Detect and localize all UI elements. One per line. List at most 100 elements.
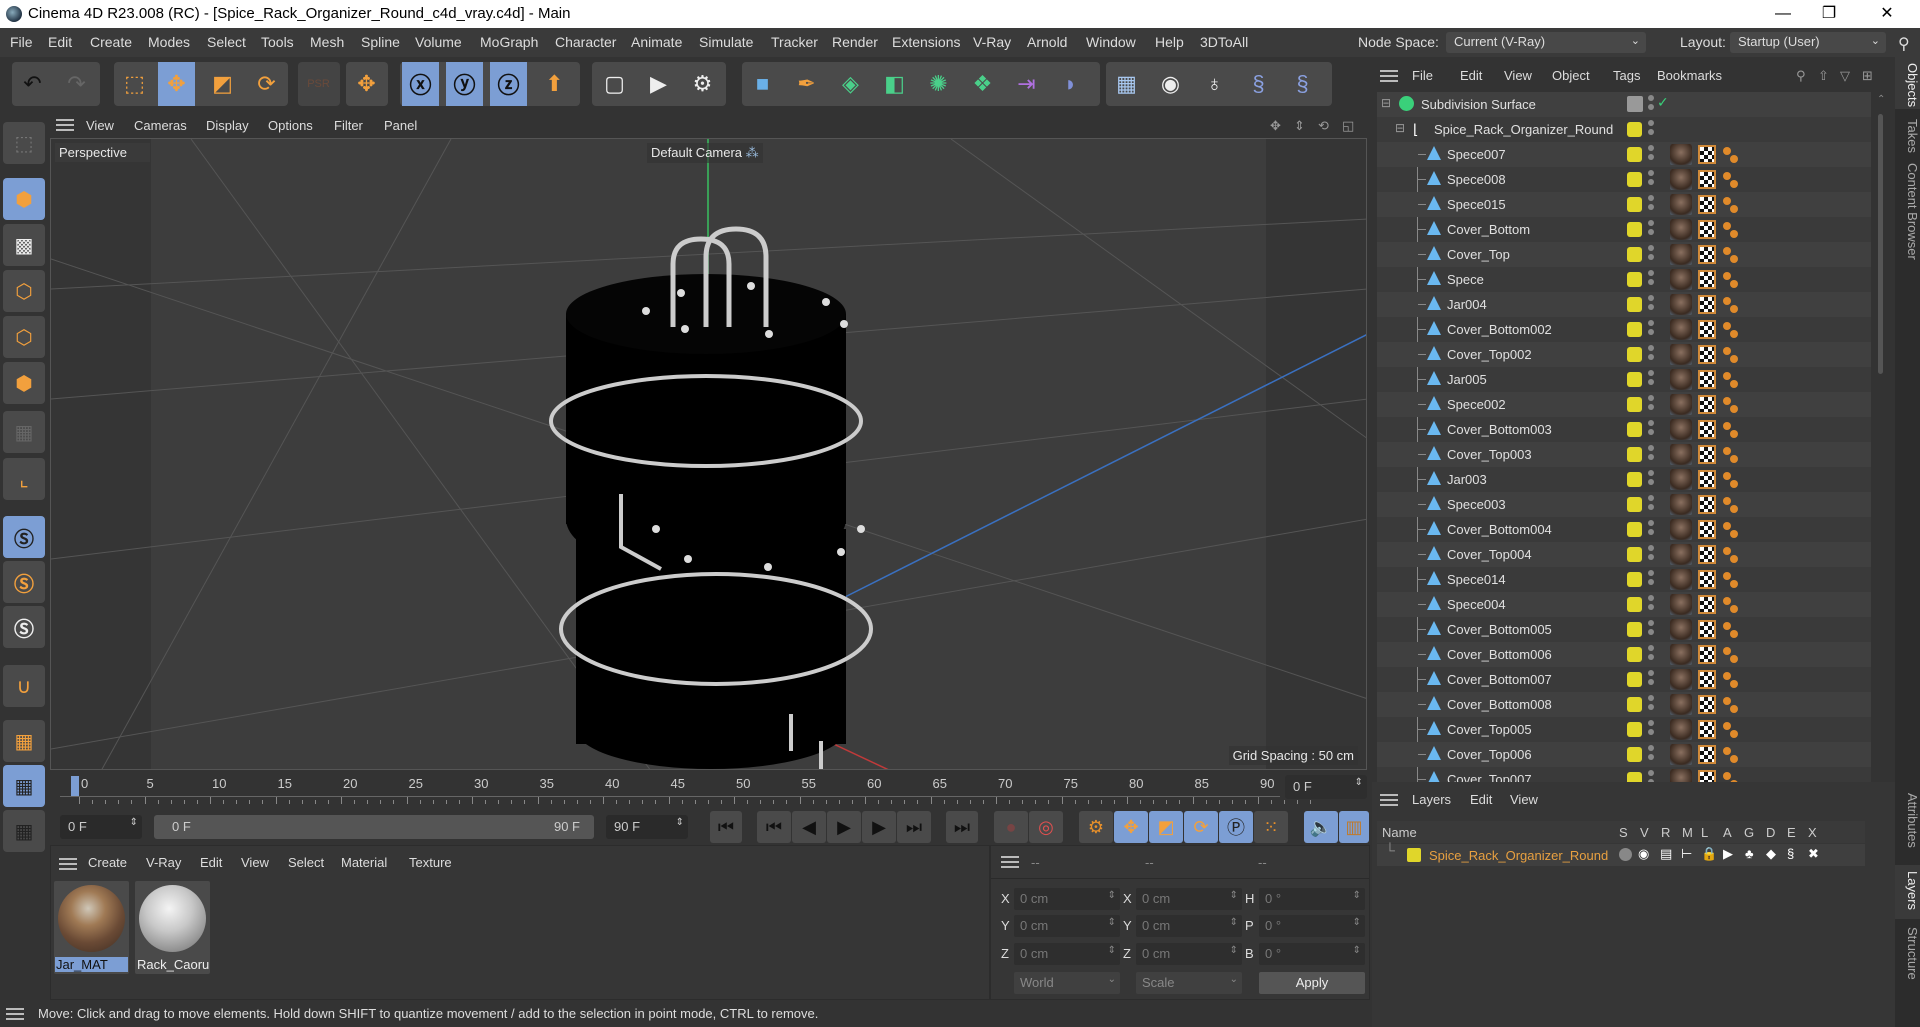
layer-color-swatch[interactable] xyxy=(1627,172,1642,187)
material-tag-icon[interactable] xyxy=(1670,594,1692,615)
rot-p-field[interactable]: 0 ° ⇕ xyxy=(1259,915,1365,937)
layer-color-swatch[interactable] xyxy=(1627,522,1642,537)
vray-tag-icon[interactable] xyxy=(1722,546,1740,564)
layer-menu-edit[interactable]: Edit xyxy=(1470,792,1492,807)
uvw-tag-icon[interactable] xyxy=(1698,420,1716,439)
visibility-dots[interactable] xyxy=(1648,595,1654,614)
transform-icon[interactable]: ✥ xyxy=(348,62,385,106)
uvw-tag-icon[interactable] xyxy=(1698,470,1716,489)
layer-col-m[interactable]: M xyxy=(1682,825,1693,840)
z-axis-icon[interactable]: ⓩ xyxy=(490,62,527,106)
coordinates-menu-icon[interactable] xyxy=(1001,856,1019,868)
layer-color-swatch[interactable] xyxy=(1627,397,1642,412)
uvw-tag-icon[interactable] xyxy=(1698,620,1716,639)
expressions-icon[interactable]: § xyxy=(1787,846,1794,861)
menu-vray[interactable]: V-Ray xyxy=(973,34,1011,50)
material-tag-icon[interactable] xyxy=(1670,469,1692,490)
material-tag-icon[interactable] xyxy=(1670,169,1692,190)
layer-color-swatch[interactable] xyxy=(1407,848,1421,862)
key-parameter-icon[interactable]: Ⓟ xyxy=(1219,811,1253,843)
layer-color-swatch[interactable] xyxy=(1627,547,1642,562)
object-row[interactable]: Cover_Bottom006 xyxy=(1377,642,1871,667)
vray-tag-icon[interactable] xyxy=(1722,446,1740,464)
visibility-dots[interactable] xyxy=(1648,195,1654,214)
solo-off-icon[interactable]: Ⓢ xyxy=(3,516,45,558)
solo-toggle-icon[interactable] xyxy=(1619,848,1632,861)
visibility-dots[interactable] xyxy=(1648,345,1654,364)
subdivision-icon[interactable]: ◈ xyxy=(832,62,869,106)
redo-icon[interactable]: ↷ xyxy=(58,62,95,106)
expand-collapse-icon[interactable]: ⊟ xyxy=(1395,121,1405,135)
cube-icon[interactable]: ■ xyxy=(744,62,781,106)
material-tag-icon[interactable] xyxy=(1670,444,1692,465)
coordinate-system-icon[interactable]: ⬆ xyxy=(536,62,573,106)
search-icon[interactable]: ⚲ xyxy=(1898,34,1910,54)
object-row[interactable]: Spece014 xyxy=(1377,567,1871,592)
object-row[interactable]: Cover_Top004 xyxy=(1377,542,1871,567)
layer-color-swatch[interactable] xyxy=(1627,272,1642,287)
uvw-tag-icon[interactable] xyxy=(1698,220,1716,239)
previous-frame-icon[interactable]: ◀ xyxy=(792,811,826,843)
manager-hierarchy-icon[interactable]: ⊢ xyxy=(1681,846,1692,862)
uvw-tag-icon[interactable] xyxy=(1698,370,1716,389)
workplane-icon[interactable]: ▦ xyxy=(3,720,45,762)
key-scale-icon[interactable]: ◩ xyxy=(1149,811,1183,843)
uvw-tag-icon[interactable] xyxy=(1698,295,1716,314)
object-row[interactable]: Cover_Top003 xyxy=(1377,442,1871,467)
material-tag-icon[interactable] xyxy=(1670,394,1692,415)
uvw-tag-icon[interactable] xyxy=(1698,720,1716,739)
vray-tag-icon[interactable] xyxy=(1722,196,1740,214)
tab-attributes[interactable]: Attributes xyxy=(1895,787,1920,863)
object-row[interactable]: Cover_Top005 xyxy=(1377,717,1871,742)
y-axis-icon[interactable]: ⓨ xyxy=(446,62,483,106)
visibility-dots[interactable] xyxy=(1648,370,1654,389)
go-to-start-icon[interactable]: ⏮ xyxy=(710,811,742,843)
layer-menu-icon[interactable] xyxy=(1380,794,1398,806)
animation-play-icon[interactable]: ▶ xyxy=(1723,846,1733,862)
visibility-dots[interactable] xyxy=(1648,245,1654,264)
generators-icon[interactable]: ♣ xyxy=(1745,846,1754,861)
object-row[interactable]: Cover_Bottom005 xyxy=(1377,617,1871,642)
start-frame-field[interactable]: 0 F ⇕ xyxy=(60,815,142,839)
menu-mograph[interactable]: MoGraph xyxy=(480,34,538,50)
current-frame-field[interactable]: 0 F ⇕ xyxy=(1285,775,1367,799)
material-tag-icon[interactable] xyxy=(1670,669,1692,690)
viewport-menu-icon[interactable] xyxy=(56,119,74,131)
menu-volume[interactable]: Volume xyxy=(415,34,462,50)
material-menu-vray[interactable]: V-Ray xyxy=(146,855,181,870)
object-row[interactable]: Jar003 xyxy=(1377,467,1871,492)
uvw-tag-icon[interactable] xyxy=(1698,445,1716,464)
object-menu-view[interactable]: View xyxy=(1504,68,1532,83)
preview-range-slider[interactable]: 0 F 90 F xyxy=(154,815,594,839)
vray-tag-icon[interactable] xyxy=(1722,171,1740,189)
points-mode-icon[interactable]: ⬡ xyxy=(3,270,45,312)
object-row[interactable]: Jar004 xyxy=(1377,292,1871,317)
solo-hierarchy-icon[interactable]: Ⓢ xyxy=(3,606,45,648)
layer-color-swatch[interactable] xyxy=(1627,747,1642,762)
texture-mode-icon[interactable]: ▩ xyxy=(3,224,45,266)
maximize-button[interactable]: ❐ xyxy=(1806,0,1852,28)
material-tag-icon[interactable] xyxy=(1670,244,1692,265)
layer-menu-layers[interactable]: Layers xyxy=(1412,792,1451,807)
menu-render[interactable]: Render xyxy=(832,34,878,50)
pos-z-field[interactable]: 0 cm ⇕ xyxy=(1014,943,1120,965)
uv-mode-icon[interactable]: ▦ xyxy=(3,411,45,453)
material-menu-create[interactable]: Create xyxy=(88,855,127,870)
layer-color-swatch[interactable] xyxy=(1627,372,1642,387)
new-view-icon[interactable]: ⊞ xyxy=(1862,68,1873,84)
menu-mesh[interactable]: Mesh xyxy=(310,34,344,50)
menu-arnold[interactable]: Arnold xyxy=(1027,34,1067,50)
key-position-icon[interactable]: ✥ xyxy=(1114,811,1148,843)
uvw-tag-icon[interactable] xyxy=(1698,245,1716,264)
layer-color-swatch[interactable] xyxy=(1627,572,1642,587)
object-row[interactable]: Cover_Bottom xyxy=(1377,217,1871,242)
vray-tag-icon[interactable] xyxy=(1722,396,1740,414)
layer-color-swatch[interactable] xyxy=(1627,472,1642,487)
material-menu-select[interactable]: Select xyxy=(288,855,324,870)
menu-select[interactable]: Select xyxy=(207,34,246,50)
object-row[interactable]: Jar005 xyxy=(1377,367,1871,392)
vray-tag-icon[interactable] xyxy=(1722,746,1740,764)
layer-menu-view[interactable]: View xyxy=(1510,792,1538,807)
size-x-field[interactable]: 0 cm ⇕ xyxy=(1136,888,1242,910)
model-mode-icon[interactable]: ⬢ xyxy=(3,178,45,220)
